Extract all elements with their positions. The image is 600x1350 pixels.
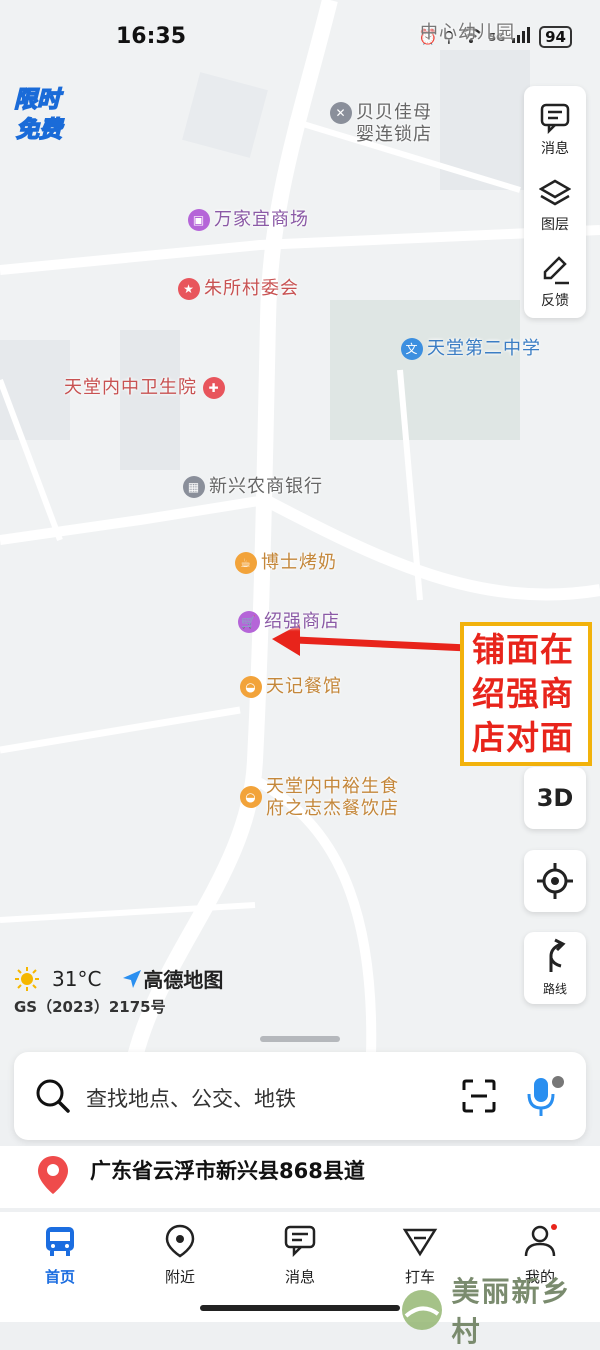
profile-icon [524, 1224, 557, 1257]
poi-zhijie-restaurant-line2: 府之志杰餐饮店 [266, 798, 399, 819]
drawer-handle[interactable] [260, 1036, 340, 1042]
tab-home-label: 首页 [44, 1268, 75, 1286]
shopping-bag-icon: ▣ [188, 209, 210, 231]
sun-icon [15, 966, 39, 991]
layers-button[interactable]: 图层 [524, 168, 586, 242]
search-bar[interactable]: 查找地点、公交、地铁 [14, 1052, 586, 1140]
search-icon [36, 1079, 70, 1113]
watermark-logo-icon [402, 1290, 442, 1330]
status-time: 16:35 [116, 24, 187, 49]
poi-zhijie-restaurant-line1: 天堂内中裕生食 [266, 776, 399, 797]
poi-mall[interactable]: ▣ 万家宜商场 [188, 209, 309, 231]
poi-baby-store[interactable]: ✕ 贝贝佳母 婴连锁店 [330, 102, 432, 146]
poi-bank-label: 新兴农商银行 [209, 476, 323, 497]
poi-tianji-restaurant[interactable]: ◒ 天记餐馆 [240, 676, 342, 698]
poi-baby-store-line2: 婴连锁店 [356, 124, 432, 145]
feedback-label: 反馈 [541, 293, 569, 309]
bowl-icon: ◒ [240, 676, 262, 698]
bus-icon [46, 1227, 74, 1256]
tab-messages-label: 消息 [284, 1268, 315, 1286]
poi-village-committee[interactable]: ★ 朱所村委会 [178, 278, 299, 300]
message-icon [540, 103, 570, 134]
promo-line2: 免费 [15, 116, 63, 144]
weather-widget[interactable]: 31°C 高德地图 [14, 964, 223, 993]
annotation-line3: 店对面 [472, 718, 574, 757]
home-indicator[interactable] [200, 1305, 400, 1311]
poi-mall-label: 万家宜商场 [214, 209, 309, 230]
bank-icon: ▦ [183, 476, 205, 498]
poi-school-label: 天堂第二中学 [427, 338, 541, 359]
amap-logo-icon [123, 969, 142, 988]
poi-milk-tea-label: 博士烤奶 [261, 552, 337, 573]
baby-store-icon: ✕ [330, 102, 352, 124]
amap-brand: 高德地图 [121, 964, 223, 993]
poi-bank[interactable]: ▦ 新兴农商银行 [183, 476, 323, 498]
scan-icon[interactable] [461, 1078, 497, 1114]
3d-toggle-button[interactable]: 3D [524, 767, 586, 829]
poi-tianji-restaurant-label: 天记餐馆 [266, 676, 342, 697]
microphone-icon[interactable] [526, 1074, 566, 1118]
promo-line1: 限时 [13, 86, 61, 114]
medical-cross-icon: ✚ [203, 377, 225, 399]
messages-button[interactable]: 消息 [524, 92, 586, 166]
star-icon: ★ [178, 278, 200, 300]
search-input[interactable]: 查找地点、公交、地铁 [86, 1083, 296, 1113]
poi-shaoqiang-store-label: 绍强商店 [264, 611, 340, 632]
battery-level: 94 [539, 26, 572, 48]
poi-milk-tea[interactable]: ☕ 博士烤奶 [235, 552, 337, 574]
poi-health-center-label: 天堂内中卫生院 [64, 377, 197, 398]
map-view[interactable]: 16:35 ⏰ ⚲ 5G 94 中心幼儿园 限时 免费 ✕ 贝贝佳母 婴连锁店 ▣… [0, 0, 600, 1080]
poi-health-center[interactable]: ✚ 天堂内中卫生院 [64, 377, 225, 399]
poi-baby-store-line1: 贝贝佳母 [356, 102, 432, 123]
temperature: 31°C [52, 966, 102, 991]
poi-shaoqiang-store[interactable]: 🛒 绍强商店 [238, 611, 340, 633]
tab-nearby-label: 附近 [164, 1268, 195, 1286]
locate-button[interactable] [524, 850, 586, 912]
layers-label: 图层 [541, 217, 569, 233]
bowl-icon: ◒ [240, 786, 262, 808]
promo-badge[interactable]: 限时 免费 [10, 80, 78, 144]
route-icon [549, 938, 566, 972]
brand-label: 高德地图 [143, 968, 224, 992]
route-button[interactable]: 路线 [524, 932, 586, 1004]
map-label-kindergarten: 中心幼儿园 [420, 22, 515, 43]
map-license: GS（2023）2175号 [14, 998, 166, 1016]
annotation-line2: 绍强商 [472, 674, 574, 713]
feedback-button[interactable]: 反馈 [524, 244, 586, 318]
poi-school[interactable]: 文 天堂第二中学 [401, 338, 541, 360]
3d-label: 3D [536, 784, 574, 812]
current-address: 广东省云浮市新兴县868县道 [90, 1159, 365, 1183]
poi-village-committee-label: 朱所村委会 [204, 278, 299, 299]
location-pin-icon [38, 1156, 68, 1194]
nearby-pin-icon [165, 1224, 195, 1258]
current-location-row[interactable]: 广东省云浮市新兴县868县道 [0, 1146, 600, 1208]
tab-nearby[interactable]: 附近 [140, 1224, 220, 1287]
tab-home[interactable]: 首页 [20, 1224, 100, 1287]
chat-icon [284, 1225, 316, 1258]
layers-icon [539, 179, 571, 206]
school-icon: 文 [401, 338, 423, 360]
cart-icon: 🛒 [238, 611, 260, 633]
poi-zhijie-restaurant[interactable]: ◒ 天堂内中裕生食 府之志杰餐饮店 [240, 776, 399, 820]
cup-icon: ☕ [235, 552, 257, 574]
map-roads [0, 0, 600, 1080]
map-tools-panel: 消息 图层 反馈 [524, 86, 586, 318]
annotation-line1: 铺面在 [472, 630, 574, 669]
edit-icon [543, 256, 569, 285]
taxi-icon [402, 1228, 438, 1257]
annotation-box: 铺面在 绍强商 店对面 [460, 622, 592, 766]
messages-label: 消息 [541, 141, 569, 157]
watermark-text: 美丽新乡村 [451, 1275, 572, 1348]
watermark: 美丽新乡村 [400, 1270, 600, 1350]
route-label: 路线 [542, 982, 567, 996]
tab-messages[interactable]: 消息 [260, 1224, 340, 1287]
crosshair-icon [537, 863, 573, 899]
